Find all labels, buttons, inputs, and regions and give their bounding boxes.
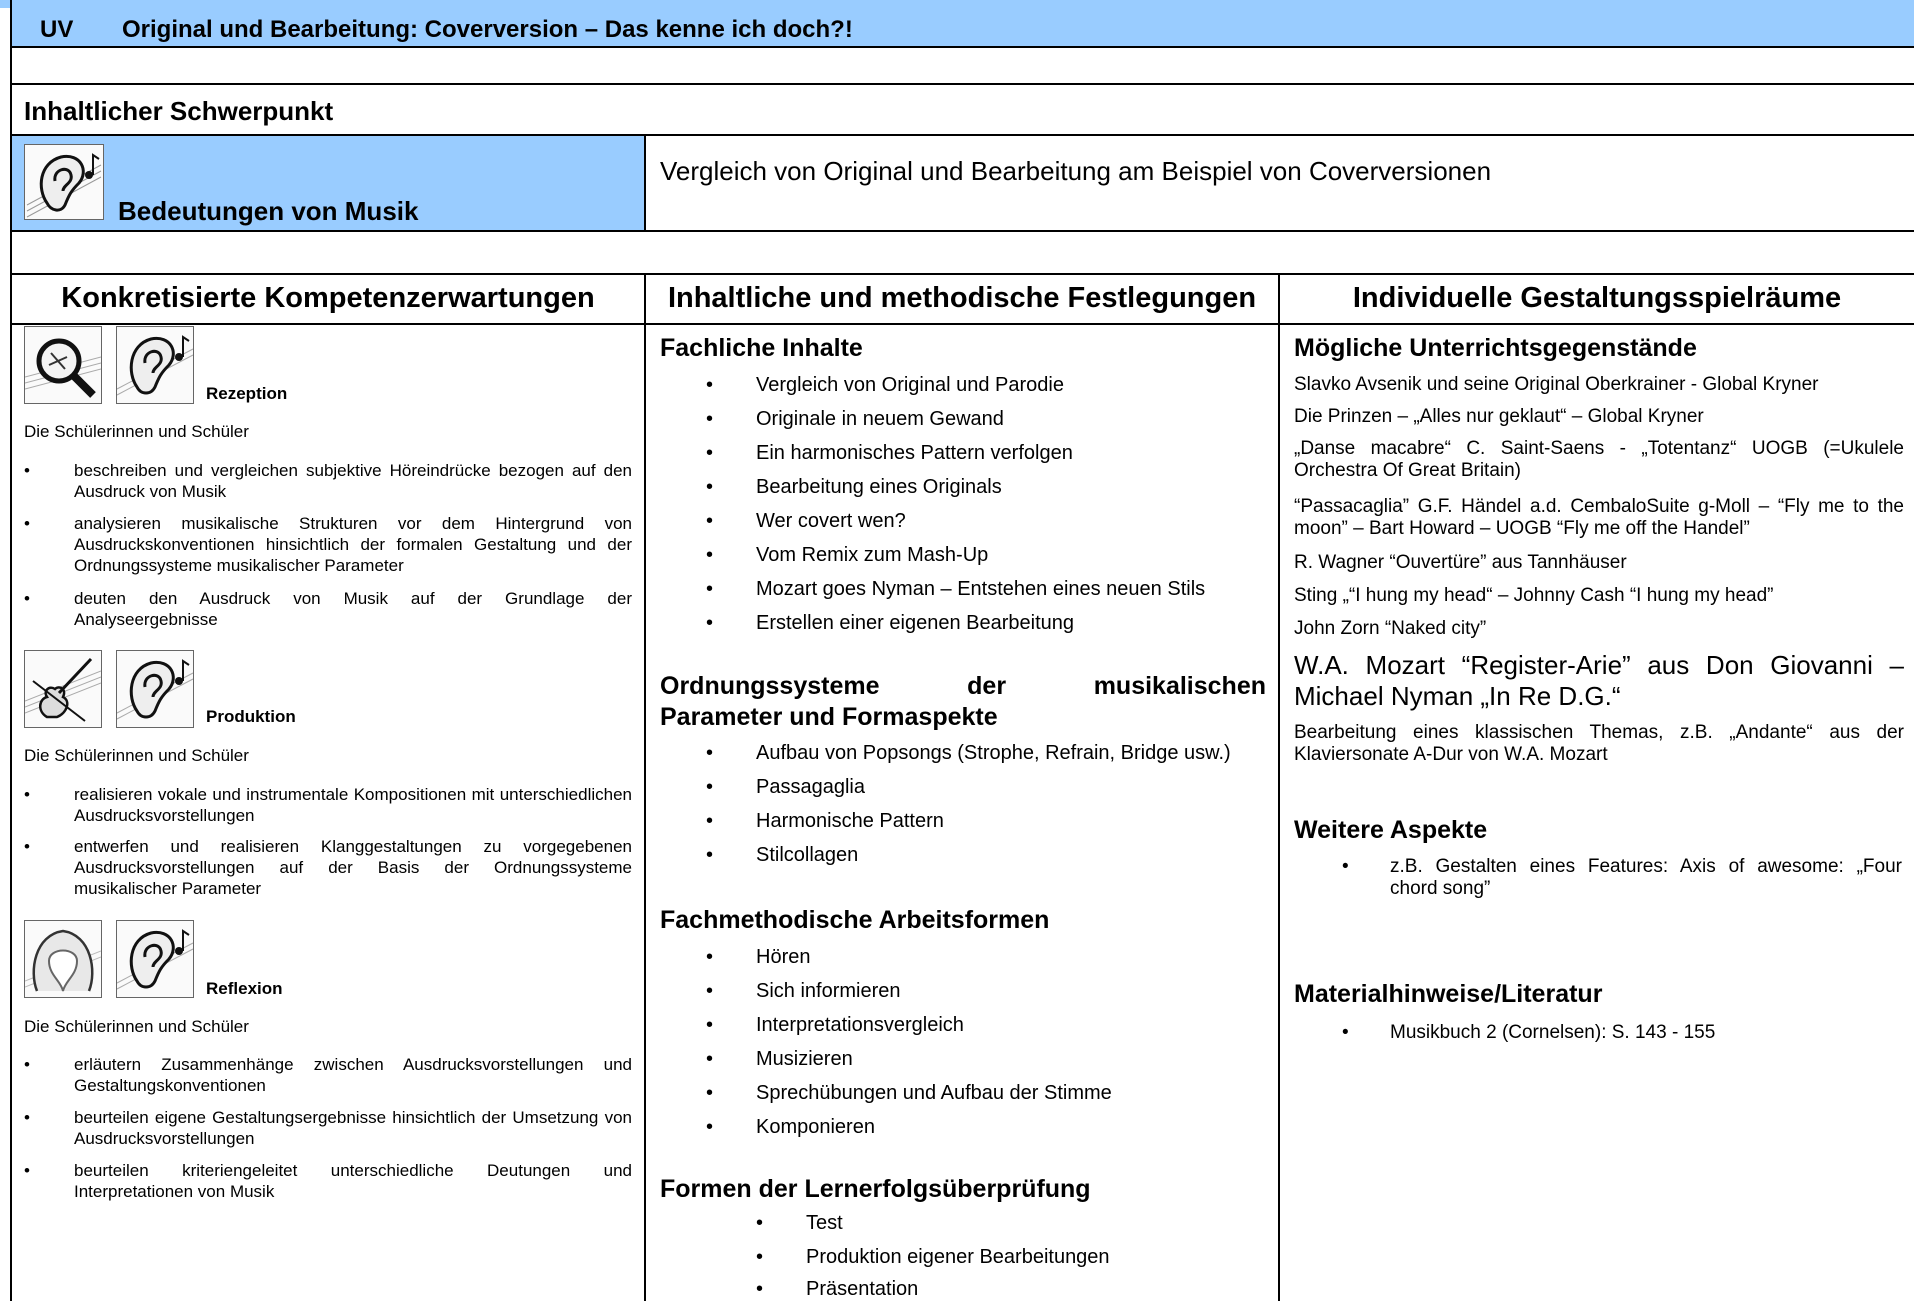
grid-line [10, 83, 1914, 85]
grid-line [10, 134, 1914, 136]
section-title: Inhaltlicher Schwerpunkt [24, 96, 334, 126]
list-item: R. Wagner “Ouvertüre” aus Tannhäuser [1294, 552, 1627, 573]
ear-icon [116, 326, 194, 404]
competence-label-reflexion: Reflexion [206, 979, 283, 998]
competence-intro: Die Schülerinnen und Schüler [24, 746, 249, 765]
ear-icon [116, 650, 194, 728]
heading-unterrichtsgegenstaende: Mögliche Unterrichtsgegenstände [1294, 334, 1697, 362]
violin-icon [24, 650, 102, 728]
competence-intro: Die Schülerinnen und Schüler [24, 422, 249, 441]
head-icon [24, 920, 102, 998]
grid-line [10, 323, 1914, 325]
list-item: John Zorn “Naked city” [1294, 618, 1487, 639]
ear-icon [24, 144, 104, 220]
magnifier-icon [24, 326, 102, 404]
uv-header-row: UV Original und Bearbeitung: Coverversio… [10, 8, 1914, 48]
grid-line [10, 230, 1914, 232]
grid-line [644, 273, 646, 1301]
ear-icon [116, 920, 194, 998]
list-item: Sting „“I hung my head“ – Johnny Cash “I… [1294, 585, 1774, 606]
heading-lernerfolg: Formen der Lernerfolgsüberprüfung [660, 1175, 1091, 1203]
uv-label: UV [40, 16, 74, 43]
column-header-competences: Konkretisierte Kompetenzerwartungen [61, 282, 595, 314]
list-item: Die Prinzen – „Alles nur geklaut“ – Glob… [1294, 406, 1704, 427]
list-item: „Danse macabre“ C. Saint-Saens - „Totent… [1294, 438, 1904, 481]
grid-line [10, 0, 12, 1301]
column-header-individual: Individuelle Gestaltungsspielräume [1352, 282, 1842, 314]
heading-fachmethodische: Fachmethodische Arbeitsformen [660, 906, 1050, 934]
grid-line [644, 134, 646, 232]
column-header-contents: Inhaltliche und methodische Festlegungen [667, 282, 1257, 314]
uv-title: Original und Bearbeitung: Coverversion –… [122, 16, 853, 43]
grid-line [10, 273, 1914, 275]
top-band [0, 0, 1914, 8]
list-item-highlight: W.A. Mozart “Register-Arie” aus Don Giov… [1294, 650, 1904, 711]
competence-label-produktion: Produktion [206, 707, 296, 726]
heading-ordnungssysteme: Ordnungssysteme der musikalischen [660, 672, 1266, 700]
list-item: Slavko Avsenik und seine Original Oberkr… [1294, 374, 1819, 395]
competence-label-rezeption: Rezeption [206, 384, 288, 403]
heading-ordnungssysteme-line2: Parameter und Formaspekte [660, 703, 998, 731]
heading-material: Materialhinweise/Literatur [1294, 980, 1603, 1008]
grid-line [1278, 273, 1280, 1301]
grid-line [10, 46, 1914, 48]
list-item: Bearbeitung eines klassischen Themas, z.… [1294, 722, 1904, 765]
competence-intro: Die Schülerinnen und Schüler [24, 1017, 249, 1036]
heading-weitere-aspekte: Weitere Aspekte [1294, 816, 1488, 844]
focus-description: Vergleich von Original und Bearbeitung a… [660, 156, 1492, 186]
list-item: “Passacaglia” G.F. Händel a.d. CembaloSu… [1294, 496, 1904, 539]
focus-label: Bedeutungen von Musik [118, 196, 419, 226]
heading-fachliche-inhalte: Fachliche Inhalte [660, 334, 863, 362]
